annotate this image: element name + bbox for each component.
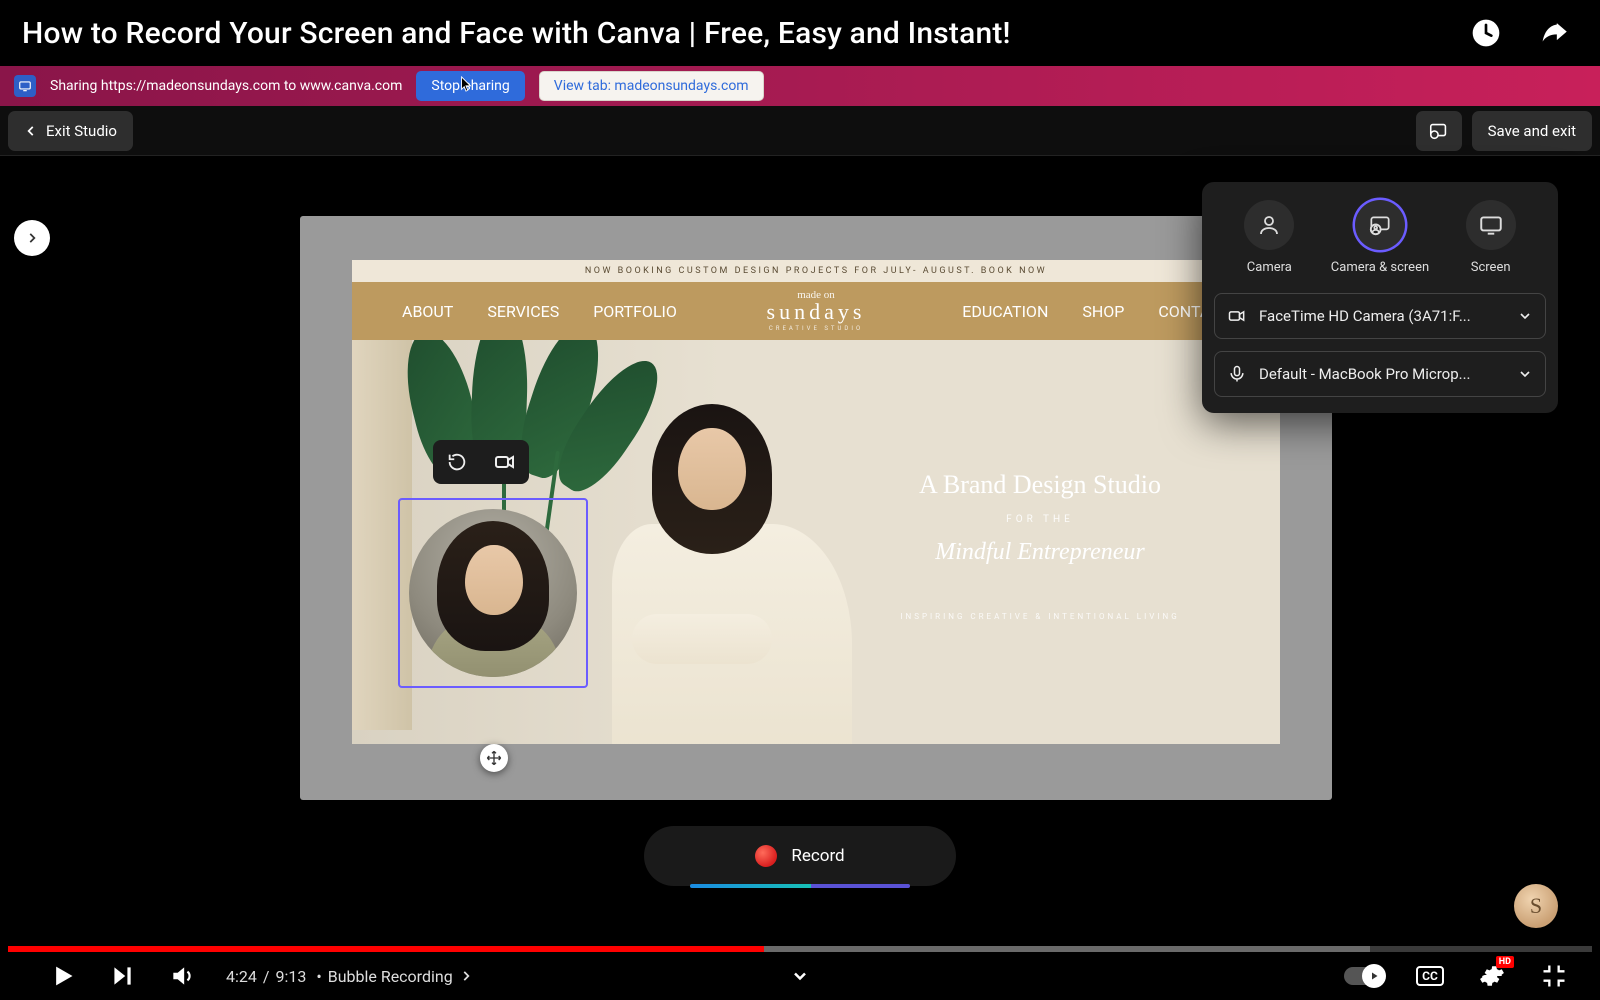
sharing-text: Sharing https://madeonsundays.com to www… <box>50 78 402 94</box>
save-and-exit-button[interactable]: Save and exit <box>1472 111 1592 151</box>
chevron-down-icon <box>1517 308 1533 324</box>
logo-script: made on <box>767 290 866 301</box>
watch-later-button[interactable] <box>1468 15 1504 51</box>
exit-fullscreen-button[interactable] <box>1538 960 1570 992</box>
site-logo: made on sundays CREATIVE STUDIO <box>767 290 866 332</box>
mode-camera[interactable]: Camera <box>1219 200 1319 277</box>
announcement-bar: NOW BOOKING CUSTOM DESIGN PROJECTS FOR J… <box>352 260 1280 282</box>
time-display: 4:24 / 9:13 • Bubble Recording <box>226 967 473 986</box>
autoplay-toggle[interactable] <box>1344 967 1384 985</box>
play-icon <box>48 962 76 990</box>
duration: 9:13 <box>275 967 306 986</box>
stop-sharing-label: Stop sharing <box>431 78 509 94</box>
nav-link: SHOP <box>1082 302 1124 321</box>
time-separator: / <box>263 967 270 986</box>
expand-sidebar-button[interactable] <box>14 220 50 256</box>
chevron-down-icon <box>1517 366 1533 382</box>
settings-button[interactable]: HD <box>1476 960 1508 992</box>
play-button[interactable] <box>46 960 78 992</box>
autoplay-knob <box>1362 964 1386 988</box>
share-button[interactable] <box>1536 15 1572 51</box>
record-progress-bar <box>690 884 910 888</box>
nav-link: PORTFOLIO <box>593 302 677 321</box>
channel-avatar[interactable]: S <box>1514 884 1558 928</box>
camera-bubble[interactable] <box>398 498 588 688</box>
mode-label: Camera <box>1247 260 1292 277</box>
chapter-name[interactable]: Bubble Recording <box>328 967 453 986</box>
record-dot-icon <box>755 845 777 867</box>
microphone-select[interactable]: Default - MacBook Pro Microp... <box>1214 351 1546 397</box>
chevron-left-icon <box>24 124 38 138</box>
screen-share-banner: Sharing https://madeonsundays.com to www… <box>0 66 1600 106</box>
clock-icon <box>1470 17 1502 49</box>
video-icon <box>1227 306 1247 326</box>
hero-line3: Mindful Entrepreneur <box>860 539 1220 566</box>
channel-initial: S <box>1530 893 1542 919</box>
camera-screen-icon <box>1428 120 1450 142</box>
record-button[interactable]: Record <box>644 826 956 886</box>
mode-label: Camera & screen <box>1331 260 1429 277</box>
camera-and-screen-icon <box>1367 212 1393 238</box>
hd-badge: HD <box>1496 956 1514 968</box>
hero-line2: FOR THE <box>860 514 1220 525</box>
exit-fullscreen-icon <box>1540 962 1568 990</box>
volume-icon <box>169 963 195 989</box>
view-tab-button[interactable]: View tab: madeonsundays.com <box>539 71 764 101</box>
rotate-icon[interactable] <box>446 451 468 473</box>
nav-link: EDUCATION <box>962 302 1048 321</box>
microphone-icon <box>1227 364 1247 384</box>
camera-feed <box>409 509 577 677</box>
share-arrow-icon <box>1537 16 1571 50</box>
exit-studio-label: Exit Studio <box>46 122 117 140</box>
stop-sharing-button[interactable]: Stop sharing <box>416 71 524 101</box>
recording-settings-panel: Camera Camera & screen Screen FaceTime H… <box>1202 182 1558 413</box>
save-and-exit-label: Save and exit <box>1488 122 1576 140</box>
chapters-toggle[interactable] <box>786 962 814 990</box>
next-icon <box>109 963 135 989</box>
hero-copy: A Brand Design Studio FOR THE Mindful En… <box>860 470 1220 621</box>
share-indicator-icon <box>14 75 36 97</box>
hero-person-illustration <box>572 384 872 744</box>
subtitles-button[interactable]: CC <box>1414 960 1446 992</box>
mode-camera-and-screen[interactable]: Camera & screen <box>1330 200 1430 277</box>
move-icon <box>486 750 502 766</box>
camera-select[interactable]: FaceTime HD Camera (3A71:F... <box>1214 293 1546 339</box>
exit-studio-button[interactable]: Exit Studio <box>8 111 133 151</box>
record-label: Record <box>791 846 844 866</box>
hero-line1: A Brand Design Studio <box>860 470 1220 500</box>
recording-mode-button[interactable] <box>1416 111 1462 151</box>
nav-link: SERVICES <box>487 302 559 321</box>
mode-screen[interactable]: Screen <box>1441 200 1541 277</box>
next-button[interactable] <box>106 960 138 992</box>
microphone-select-value: Default - MacBook Pro Microp... <box>1259 365 1505 383</box>
logo-sub: CREATIVE STUDIO <box>767 325 866 332</box>
video-title: How to Record Your Screen and Face with … <box>22 16 1011 51</box>
chevron-right-icon[interactable] <box>459 969 473 983</box>
screen-icon <box>1478 212 1504 238</box>
mode-label: Screen <box>1471 260 1511 277</box>
view-tab-label: View tab: madeonsundays.com <box>554 78 749 94</box>
logo-main: sundays <box>767 301 866 323</box>
site-nav: ABOUT SERVICES PORTFOLIO made on sundays… <box>352 282 1280 340</box>
current-time: 4:24 <box>226 967 257 986</box>
volume-button[interactable] <box>166 960 198 992</box>
nav-link: ABOUT <box>402 302 453 321</box>
person-icon <box>1257 213 1281 237</box>
hero-tagline: INSPIRING CREATIVE & INTENTIONAL LIVING <box>860 612 1220 621</box>
camera-bubble-toolbar[interactable] <box>433 440 529 484</box>
camera-drag-handle[interactable] <box>480 744 508 772</box>
camera-select-value: FaceTime HD Camera (3A71:F... <box>1259 307 1505 325</box>
video-icon[interactable] <box>493 450 517 474</box>
chevron-down-icon <box>790 966 810 986</box>
play-small-icon <box>1368 970 1380 982</box>
cc-icon: CC <box>1416 966 1444 986</box>
chevron-right-icon <box>25 231 39 245</box>
chapter-bullet: • <box>316 967 321 986</box>
